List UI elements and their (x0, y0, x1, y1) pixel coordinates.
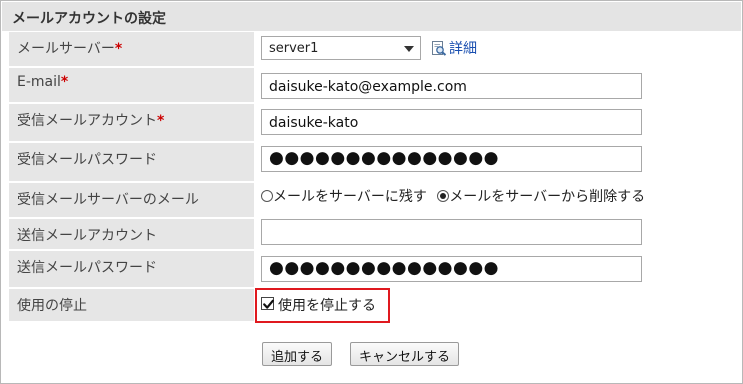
mail-server-select[interactable]: server1 (261, 36, 421, 60)
radio-delete[interactable] (437, 190, 450, 202)
recv-password-field[interactable]: ●●●●●●●●●●●●●●● (261, 146, 642, 172)
cancel-button[interactable]: キャンセルする (350, 342, 460, 366)
label-cell-send-password: 送信メールパスワード (9, 251, 254, 287)
label-cell-recv-password: 受信メールパスワード (9, 143, 254, 181)
required-mark: * (60, 74, 69, 90)
radio-keep-label: メールをサーバーに残す (273, 189, 427, 205)
checkmark-icon (263, 299, 274, 309)
add-button[interactable]: 追加する (262, 342, 333, 366)
label-send-password: 送信メールパスワード (17, 260, 157, 276)
label-cell-recv-account: 受信メールアカウント* (9, 104, 254, 141)
mail-account-settings-panel: メールアカウントの設定 メールサーバー* server1 詳細 E-mail* … (0, 0, 743, 384)
label-send-account: 送信メールアカウント (17, 228, 157, 244)
chevron-down-icon (404, 46, 414, 52)
radio-keep[interactable] (261, 190, 273, 202)
label-cell-send-account: 送信メールアカウント (9, 219, 254, 249)
send-account-field[interactable] (261, 219, 642, 245)
radio-option-delete[interactable]: メールをサーバーから削除する (437, 189, 645, 205)
radio-option-keep[interactable]: メールをサーバーに残す (261, 189, 427, 205)
label-email: E-mail* (17, 74, 69, 90)
label-recv-account: 受信メールアカウント* (17, 113, 165, 129)
recv-account-field[interactable]: daisuke-kato (261, 109, 642, 135)
detail-link[interactable]: 詳細 (431, 38, 477, 58)
magnifier-page-icon (432, 41, 447, 56)
send-password-field[interactable]: ●●●●●●●●●●●●●●● (261, 256, 642, 282)
mail-server-selected-value: server1 (269, 41, 319, 56)
detail-link-label: 詳細 (449, 41, 477, 57)
disable-checkbox-label[interactable]: 使用を停止する (278, 295, 376, 315)
section-header: メールアカウントの設定 (2, 2, 741, 31)
required-mark: * (114, 41, 123, 57)
label-cell-email: E-mail* (9, 68, 254, 102)
server-mail-radio-group: メールをサーバーに残す メールをサーバーから削除する (261, 186, 651, 206)
label-disable: 使用の停止 (17, 298, 87, 314)
required-mark: * (157, 113, 165, 129)
label-cell-disable: 使用の停止 (9, 289, 254, 321)
section-title: メールアカウントの設定 (12, 11, 166, 27)
disable-checkbox[interactable] (261, 297, 274, 310)
email-field[interactable]: daisuke-kato@example.com (261, 73, 642, 99)
label-server-mail: 受信メールサーバーのメール (17, 192, 199, 208)
label-cell-server-mail: 受信メールサーバーのメール (9, 183, 254, 217)
label-cell-mail-server: メールサーバー* (9, 32, 254, 66)
radio-delete-label: メールをサーバーから削除する (449, 189, 646, 205)
label-recv-password: 受信メールパスワード (17, 152, 157, 168)
label-mail-server: メールサーバー* (17, 41, 123, 57)
